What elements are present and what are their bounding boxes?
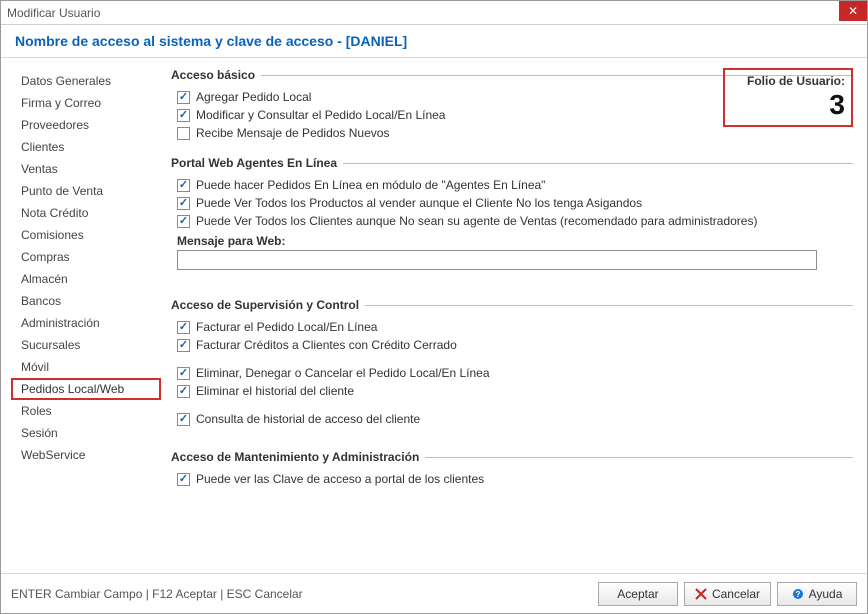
- folio-de-usuario-box: Folio de Usuario: 3: [723, 68, 853, 127]
- checkbox[interactable]: [177, 179, 190, 192]
- svg-text:?: ?: [795, 590, 800, 599]
- checkbox[interactable]: [177, 385, 190, 398]
- checkbox-row: Eliminar el historial del cliente: [171, 382, 853, 400]
- checkbox-label: Recibe Mensaje de Pedidos Nuevos: [196, 125, 389, 141]
- folio-value: 3: [731, 88, 845, 121]
- checkbox-label: Agregar Pedido Local: [196, 89, 311, 105]
- checkbox-row: Eliminar, Denegar o Cancelar el Pedido L…: [171, 364, 853, 382]
- checkbox-row: Puede ver las Clave de acceso a portal d…: [171, 470, 853, 488]
- checkbox[interactable]: [177, 339, 190, 352]
- checkbox-label: Facturar Créditos a Clientes con Crédito…: [196, 337, 457, 353]
- checkbox-label: Puede Ver Todos los Productos al vender …: [196, 195, 642, 211]
- checkbox-label: Facturar el Pedido Local/En Línea: [196, 319, 377, 335]
- help-icon: ?: [792, 588, 804, 600]
- help-button[interactable]: ? Ayuda: [777, 582, 857, 606]
- checkbox[interactable]: [177, 91, 190, 104]
- checkbox-row: Consulta de historial de acceso del clie…: [171, 410, 853, 428]
- checkbox-label: Modificar y Consultar el Pedido Local/En…: [196, 107, 445, 123]
- sidebar-item-compras[interactable]: Compras: [11, 246, 161, 268]
- sidebar-item-bancos[interactable]: Bancos: [11, 290, 161, 312]
- checkbox-label: Eliminar, Denegar o Cancelar el Pedido L…: [196, 365, 490, 381]
- sidebar: Datos GeneralesFirma y CorreoProveedores…: [11, 68, 161, 573]
- checkbox[interactable]: [177, 215, 190, 228]
- checkbox[interactable]: [177, 127, 190, 140]
- checkbox-label: Consulta de historial de acceso del clie…: [196, 411, 420, 427]
- sidebar-item-sesi-n[interactable]: Sesión: [11, 422, 161, 444]
- checkbox-row: Puede Ver Todos los Productos al vender …: [171, 194, 853, 212]
- checkbox-row: Puede Ver Todos los Clientes aunque No s…: [171, 212, 853, 230]
- sidebar-item-roles[interactable]: Roles: [11, 400, 161, 422]
- sidebar-item-punto-de-venta[interactable]: Punto de Venta: [11, 180, 161, 202]
- window-title: Modificar Usuario: [7, 6, 100, 20]
- sidebar-item-firma-y-correo[interactable]: Firma y Correo: [11, 92, 161, 114]
- page-header: Nombre de acceso al sistema y clave de a…: [1, 25, 867, 58]
- sidebar-item-sucursales[interactable]: Sucursales: [11, 334, 161, 356]
- sidebar-item-ventas[interactable]: Ventas: [11, 158, 161, 180]
- content: Folio de Usuario: 3 Acceso básico Agrega…: [161, 68, 853, 573]
- checkbox-row: Facturar el Pedido Local/En Línea: [171, 318, 853, 336]
- checkbox-label: Puede Ver Todos los Clientes aunque No s…: [196, 213, 757, 229]
- checkbox[interactable]: [177, 367, 190, 380]
- page-title: Nombre de acceso al sistema y clave de a…: [15, 33, 407, 49]
- checkbox-label: Eliminar el historial del cliente: [196, 383, 354, 399]
- sidebar-item-pedidos-local-web[interactable]: Pedidos Local/Web: [11, 378, 161, 400]
- group-portal-web: Portal Web Agentes En Línea Puede hacer …: [171, 156, 853, 270]
- main-area: Datos GeneralesFirma y CorreoProveedores…: [1, 58, 867, 573]
- close-button[interactable]: ✕: [839, 1, 867, 21]
- checkbox-row: Facturar Créditos a Clientes con Crédito…: [171, 336, 853, 354]
- sidebar-item-clientes[interactable]: Clientes: [11, 136, 161, 158]
- footer-hint: ENTER Cambiar Campo | F12 Aceptar | ESC …: [11, 587, 598, 601]
- group-title-portal: Portal Web Agentes En Línea: [171, 156, 337, 170]
- sidebar-item-webservice[interactable]: WebService: [11, 444, 161, 466]
- footer-bar: ENTER Cambiar Campo | F12 Aceptar | ESC …: [1, 573, 867, 613]
- checkbox[interactable]: [177, 109, 190, 122]
- mensaje-web-input[interactable]: [177, 250, 817, 270]
- cancel-button[interactable]: Cancelar: [684, 582, 771, 606]
- accept-button[interactable]: Aceptar: [598, 582, 678, 606]
- checkbox[interactable]: [177, 473, 190, 486]
- checkbox-row: Puede hacer Pedidos En Línea en módulo d…: [171, 176, 853, 194]
- checkbox-label: Puede hacer Pedidos En Línea en módulo d…: [196, 177, 545, 193]
- close-icon: ✕: [848, 4, 858, 18]
- sidebar-item-nota-cr-dito[interactable]: Nota Crédito: [11, 202, 161, 224]
- folio-label: Folio de Usuario:: [731, 74, 845, 88]
- checkbox[interactable]: [177, 321, 190, 334]
- sidebar-item-almac-n[interactable]: Almacén: [11, 268, 161, 290]
- mensaje-web-label: Mensaje para Web:: [171, 230, 853, 250]
- sidebar-item-administraci-n[interactable]: Administración: [11, 312, 161, 334]
- group-title-basico: Acceso básico: [171, 68, 255, 82]
- checkbox[interactable]: [177, 413, 190, 426]
- group-title-mant: Acceso de Mantenimiento y Administración: [171, 450, 419, 464]
- sidebar-item-comisiones[interactable]: Comisiones: [11, 224, 161, 246]
- cancel-icon: [695, 588, 707, 600]
- sidebar-item-datos-generales[interactable]: Datos Generales: [11, 70, 161, 92]
- sidebar-item-proveedores[interactable]: Proveedores: [11, 114, 161, 136]
- group-mantenimiento: Acceso de Mantenimiento y Administración…: [171, 450, 853, 488]
- group-supervision: Acceso de Supervisión y Control Facturar…: [171, 298, 853, 428]
- checkbox[interactable]: [177, 197, 190, 210]
- sidebar-item-m-vil[interactable]: Móvil: [11, 356, 161, 378]
- titlebar: Modificar Usuario ✕: [1, 1, 867, 25]
- group-title-supervision: Acceso de Supervisión y Control: [171, 298, 359, 312]
- checkbox-label: Puede ver las Clave de acceso a portal d…: [196, 471, 484, 487]
